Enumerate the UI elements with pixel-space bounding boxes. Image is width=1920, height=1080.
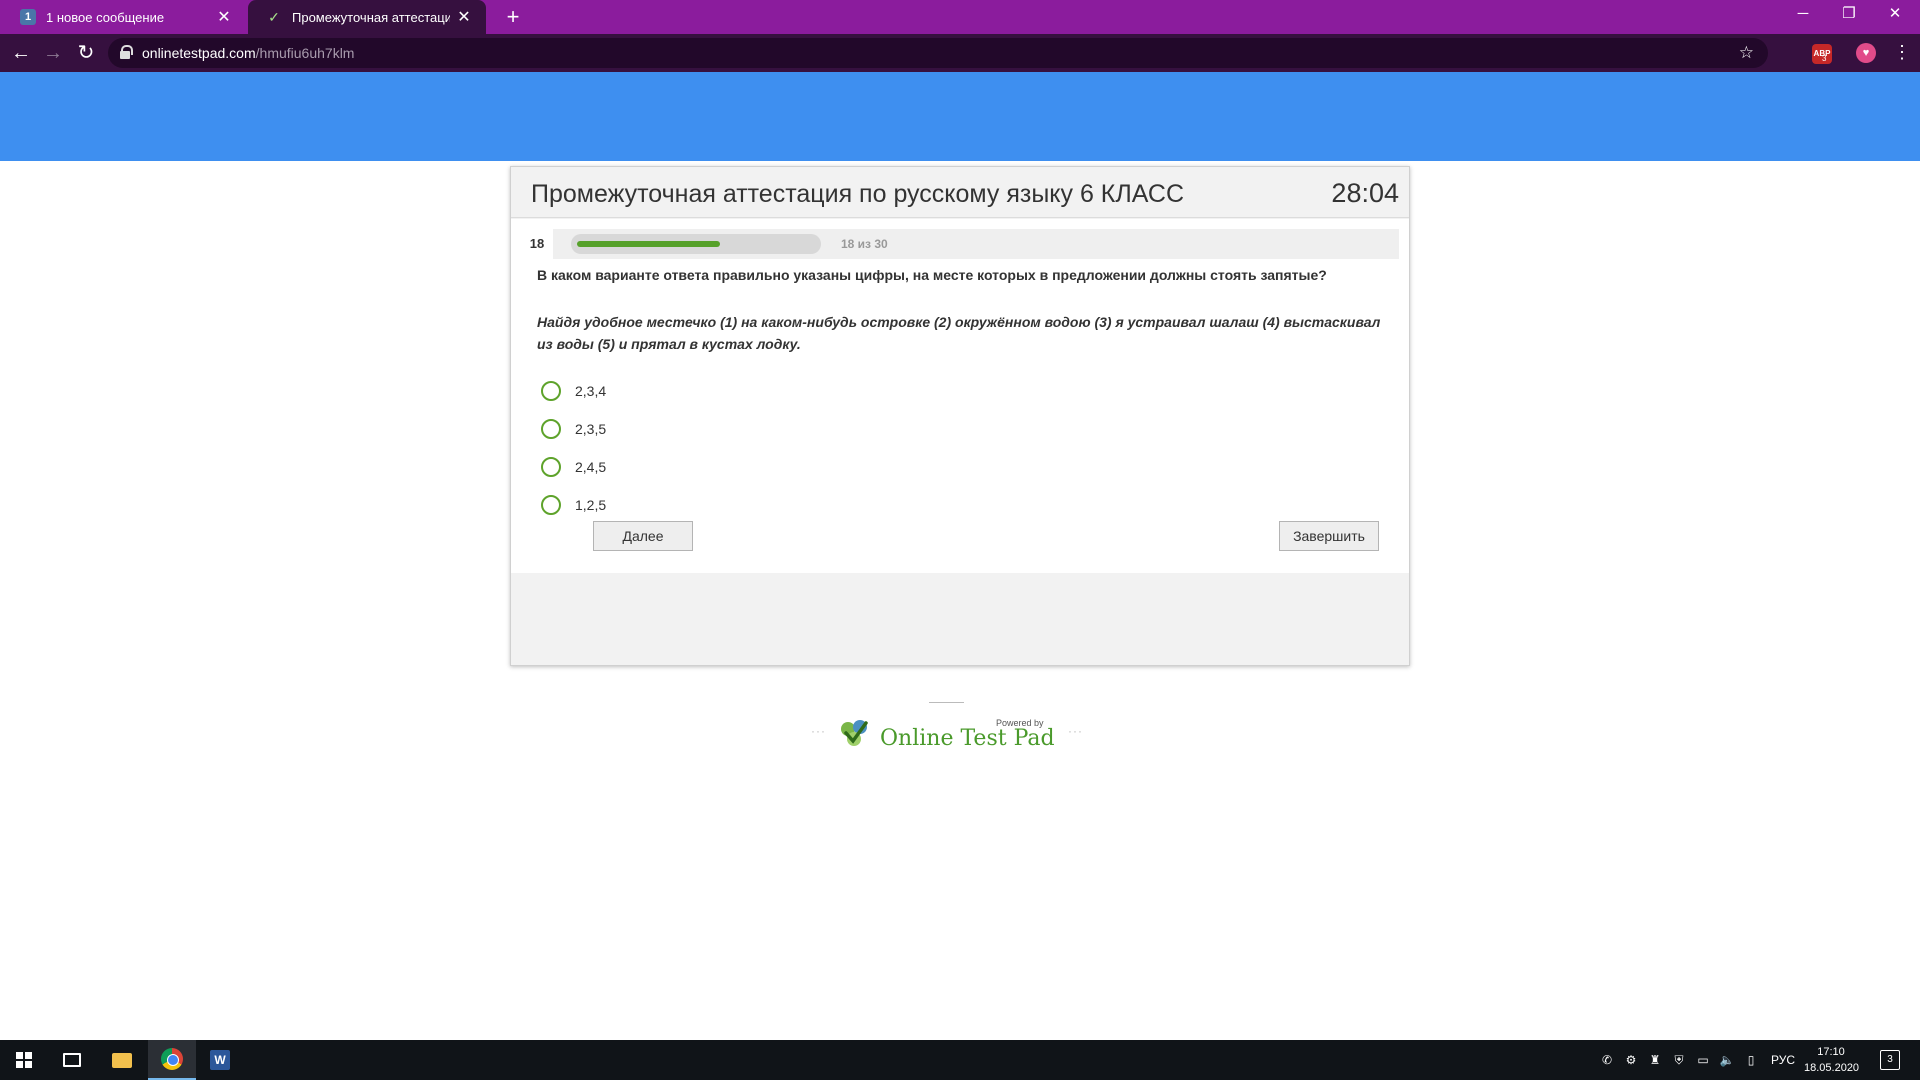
- url-text: onlinetestpad.com/hmufiu6uh7klm: [142, 45, 355, 61]
- option-label[interactable]: 2,3,4: [575, 383, 606, 399]
- profile-avatar-icon[interactable]: ♥: [1856, 43, 1876, 63]
- answer-options: 2,3,4 2,3,5 2,4,5 1,2,5: [541, 372, 941, 524]
- tray-app-icon[interactable]: ♜: [1646, 1051, 1664, 1069]
- footer-dots-right: ···: [1068, 724, 1083, 738]
- question-panel: 18 18 из 30 В каком варианте ответа прав…: [511, 219, 1409, 573]
- steam-icon[interactable]: ⚙: [1622, 1051, 1640, 1069]
- finish-button[interactable]: Завершить: [1279, 521, 1379, 551]
- next-button[interactable]: Далее: [593, 521, 693, 551]
- progress-bar-fill: [577, 241, 720, 247]
- word-taskbar-button[interactable]: W: [196, 1040, 244, 1080]
- language-indicator[interactable]: РУС: [1771, 1040, 1795, 1080]
- file-explorer-button[interactable]: [98, 1040, 146, 1080]
- windows-taskbar: W ✆ ⚙ ♜ ⛨ ▭ 🔈 ▯ РУС 17:10 18.05.2020 3: [0, 1040, 1920, 1080]
- viber-icon[interactable]: ✆: [1598, 1051, 1616, 1069]
- close-icon[interactable]: ✕: [216, 7, 232, 27]
- progress-row: 18 18 из 30: [521, 229, 1399, 259]
- browser-toolbar: ← → ↻ onlinetestpad.com/hmufiu6uh7klm ☆ …: [0, 34, 1920, 72]
- restore-icon[interactable]: ❐: [1826, 0, 1872, 30]
- radio-button[interactable]: [541, 457, 561, 477]
- new-tab-button[interactable]: +: [500, 4, 526, 30]
- question-text: В каком варианте ответа правильно указан…: [537, 267, 1327, 283]
- notification-center-icon[interactable]: 3: [1880, 1050, 1900, 1070]
- reload-icon[interactable]: ↻: [72, 40, 100, 66]
- clock-date: 18.05.2020: [1804, 1062, 1860, 1074]
- windows-logo-icon: [16, 1052, 32, 1068]
- vk-message-icon: 1: [20, 9, 36, 25]
- question-number: 18: [521, 229, 553, 259]
- task-view-button[interactable]: [48, 1040, 96, 1080]
- footer-divider: [929, 702, 964, 703]
- radio-button[interactable]: [541, 381, 561, 401]
- shield-icon[interactable]: ⛨: [1670, 1051, 1688, 1069]
- tab-title: 1 новое сообщение: [46, 9, 165, 25]
- page-header-band: [0, 72, 1920, 161]
- brand-name[interactable]: Online Test Pad: [880, 726, 1055, 751]
- system-clock[interactable]: 17:10 18.05.2020: [1804, 1044, 1860, 1076]
- address-bar[interactable]: onlinetestpad.com/hmufiu6uh7klm ☆: [108, 38, 1768, 68]
- back-arrow-icon[interactable]: ←: [7, 40, 35, 66]
- otp-logo-icon[interactable]: [838, 717, 872, 751]
- start-button[interactable]: [0, 1040, 48, 1080]
- bookmark-star-icon[interactable]: ☆: [1739, 38, 1754, 68]
- option-label[interactable]: 1,2,5: [575, 497, 606, 513]
- option-label[interactable]: 2,3,5: [575, 421, 606, 437]
- answer-option[interactable]: 2,3,4: [541, 372, 941, 410]
- test-title: Промежуточная аттестация по русскому язы…: [531, 180, 1185, 208]
- tab-messages[interactable]: 1 1 новое сообщение ✕: [2, 0, 246, 34]
- progress-text: 18 из 30: [841, 237, 888, 251]
- timer: 28:04: [1331, 178, 1399, 208]
- chrome-icon: [161, 1048, 183, 1070]
- browser-tab-bar: 1 1 новое сообщение ✕ ✓ Промежуточная ат…: [0, 0, 1920, 34]
- chrome-taskbar-button[interactable]: [148, 1040, 196, 1080]
- question-sentence: Найдя удобное местечко (1) на каком-нибу…: [537, 314, 1381, 352]
- network-icon[interactable]: ▭: [1694, 1051, 1712, 1069]
- answer-option[interactable]: 2,3,5: [541, 410, 941, 448]
- lock-icon: [120, 45, 133, 59]
- test-card: Промежуточная аттестация по русскому язы…: [510, 166, 1410, 666]
- window-close-icon[interactable]: ✕: [1872, 0, 1918, 30]
- extension-badge: 3: [1822, 54, 1827, 63]
- word-icon: W: [210, 1050, 230, 1070]
- answer-option[interactable]: 1,2,5: [541, 486, 941, 524]
- volume-icon[interactable]: 🔈: [1718, 1051, 1736, 1069]
- footer-dots-left: ···: [811, 724, 826, 738]
- otp-logo-icon: ✓: [268, 8, 280, 25]
- forward-arrow-icon[interactable]: →: [39, 40, 67, 66]
- clock-time: 17:10: [1817, 1046, 1845, 1058]
- test-header: Промежуточная аттестация по русскому язы…: [511, 167, 1409, 218]
- battery-icon[interactable]: ▯: [1742, 1051, 1760, 1069]
- tab-title: Промежуточная аттестация по: [292, 9, 450, 25]
- radio-button[interactable]: [541, 495, 561, 515]
- task-view-icon: [63, 1053, 81, 1067]
- option-label[interactable]: 2,4,5: [575, 459, 606, 475]
- minimize-icon[interactable]: ─: [1780, 0, 1826, 30]
- tab-test[interactable]: ✓ Промежуточная аттестация по ✕: [248, 0, 486, 34]
- radio-button[interactable]: [541, 419, 561, 439]
- close-icon[interactable]: ✕: [456, 7, 472, 27]
- progress-bar: [571, 234, 821, 254]
- folder-icon: [112, 1052, 132, 1068]
- browser-menu-icon[interactable]: ⋮: [1892, 38, 1912, 66]
- answer-option[interactable]: 2,4,5: [541, 448, 941, 486]
